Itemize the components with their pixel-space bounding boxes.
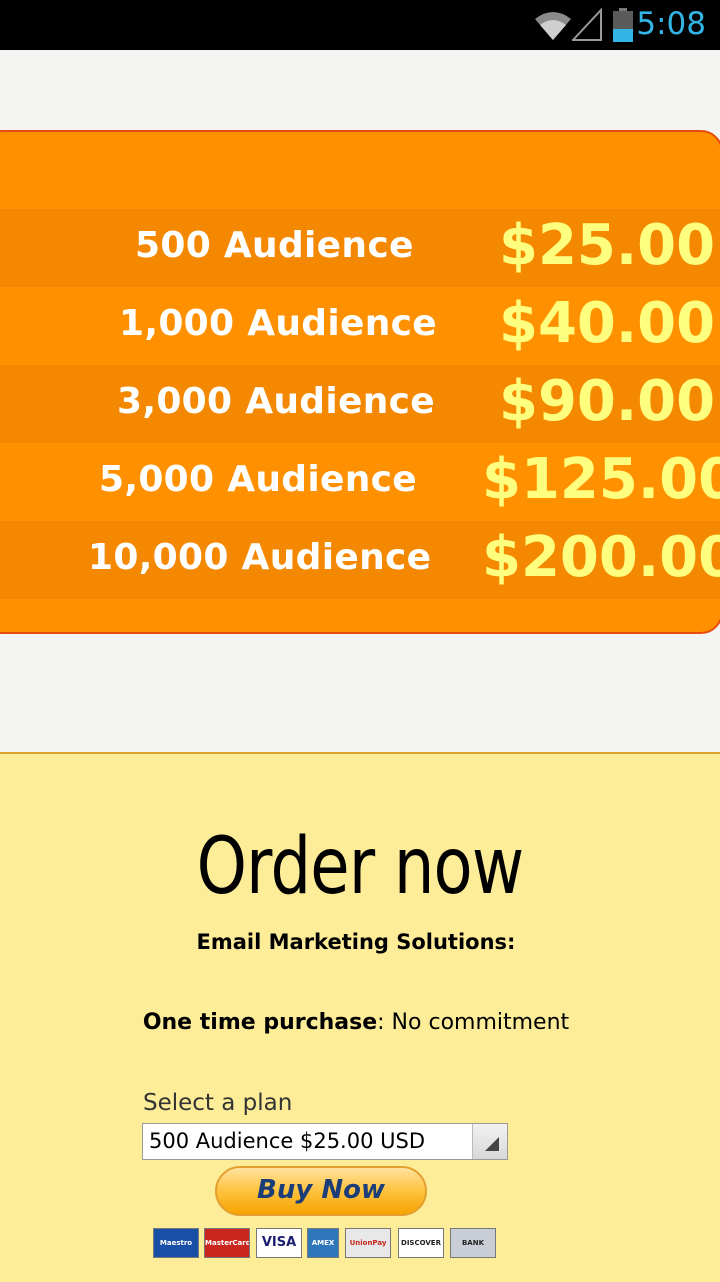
bank-card-icon: BANK bbox=[450, 1228, 496, 1258]
visa-card-icon: VISA bbox=[256, 1228, 302, 1258]
audience-label: 10,000 Audience bbox=[88, 537, 432, 578]
order-section: Order now Email Marketing Solutions: One… bbox=[0, 752, 720, 1282]
battery-icon bbox=[613, 8, 633, 42]
audience-label: 3,000 Audience bbox=[117, 381, 436, 422]
maestro-card-icon: Maestro bbox=[153, 1228, 199, 1258]
purchase-info: One time purchase: No commitment bbox=[0, 1010, 712, 1035]
purchase-label: One time purchase bbox=[142, 1010, 378, 1035]
buy-now-label: Buy Now bbox=[257, 1175, 385, 1205]
price-label: $200.00 bbox=[482, 525, 720, 590]
audience-label: 500 Audience bbox=[135, 225, 414, 266]
pricing-row: 1,000 Audience $40.00 bbox=[0, 287, 720, 365]
discover-card-icon: DISCOVER bbox=[398, 1228, 444, 1258]
unionpay-card-icon: UnionPay bbox=[345, 1228, 391, 1258]
order-title: Order now bbox=[196, 822, 525, 912]
plan-select-value: 500 Audience $25.00 USD bbox=[149, 1129, 425, 1153]
wifi-icon bbox=[535, 12, 571, 40]
pricing-row: 500 Audience $25.00 bbox=[0, 209, 720, 287]
clock: 5:08 bbox=[636, 6, 706, 42]
mastercard-icon: MasterCard bbox=[204, 1228, 250, 1258]
pricing-table: 500 Audience $25.00 1,000 Audience $40.0… bbox=[0, 130, 720, 634]
buy-now-button[interactable]: Buy Now bbox=[215, 1166, 427, 1216]
price-label: $125.00 bbox=[482, 447, 720, 512]
pricing-row: 10,000 Audience $200.00 bbox=[0, 521, 720, 599]
pricing-row: 3,000 Audience $90.00 bbox=[0, 365, 720, 443]
price-label: $40.00 bbox=[499, 291, 716, 356]
amex-card-icon: AMEX bbox=[307, 1228, 339, 1258]
audience-label: 5,000 Audience bbox=[99, 459, 418, 500]
dropdown-arrow-icon[interactable] bbox=[472, 1124, 507, 1159]
status-bar: 5:08 bbox=[0, 0, 720, 50]
audience-label: 1,000 Audience bbox=[119, 303, 438, 344]
plan-select[interactable]: 500 Audience $25.00 USD bbox=[142, 1123, 508, 1160]
price-label: $90.00 bbox=[499, 369, 716, 434]
price-label: $25.00 bbox=[499, 213, 716, 278]
signal-icon bbox=[572, 8, 602, 41]
pricing-row: 5,000 Audience $125.00 bbox=[0, 443, 720, 521]
order-subtitle: Email Marketing Solutions: bbox=[196, 930, 516, 954]
purchase-value: : No commitment bbox=[377, 1010, 570, 1035]
plan-label: Select a plan bbox=[143, 1090, 293, 1116]
